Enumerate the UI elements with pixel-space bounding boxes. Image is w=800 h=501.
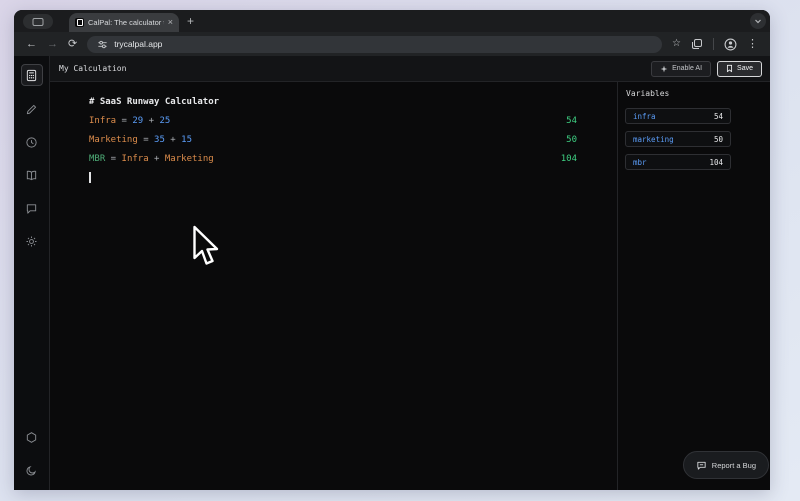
app-header: My Calculation Enable AI Save — [50, 56, 770, 82]
browser-menu-icon[interactable]: ⋮ — [747, 39, 758, 50]
sidebar-item-calculator[interactable] — [21, 64, 43, 86]
code-result: 54 — [566, 116, 577, 126]
calpal-app: My Calculation Enable AI Save — [14, 56, 770, 490]
variable-card: marketing 50 — [625, 131, 731, 147]
tab-title: CalPal: The calculator that sp — [88, 18, 164, 27]
code-editor[interactable]: # SaaS Runway Calculator Infra = 29 + 25… — [50, 82, 617, 490]
variable-card: infra 54 — [625, 108, 731, 124]
code-result: 104 — [561, 154, 577, 164]
enable-ai-label: Enable AI — [672, 65, 702, 72]
chat-bubble-icon — [25, 202, 38, 215]
header-buttons: Enable AI Save — [651, 61, 762, 77]
clock-icon — [25, 136, 38, 149]
tab-strip: CalPal: The calculator that sp × + — [14, 10, 770, 32]
browser-window: CalPal: The calculator that sp × + ← → ⟳… — [14, 10, 770, 490]
browser-toolbar: ← → ⟳ trycalpal.app ☆ ⋮ — [14, 32, 770, 56]
sidebar-item-edit[interactable] — [22, 99, 42, 119]
site-settings-icon — [97, 39, 108, 50]
report-a-bug-label: Report a Bug — [712, 461, 756, 470]
variables-panel: Variables infra 54 marketing 50 mbr 104 — [618, 82, 770, 490]
code-text: Infra = 29 + 25 — [89, 116, 566, 126]
new-tab-button[interactable]: + — [187, 14, 194, 28]
sparkle-icon — [660, 65, 668, 73]
variable-name: marketing — [633, 135, 674, 144]
profile-avatar[interactable] — [724, 38, 737, 51]
enable-ai-button[interactable]: Enable AI — [651, 61, 711, 77]
code-line: Marketing = 35 + 1550 — [50, 130, 617, 149]
pencil-icon — [25, 103, 38, 116]
window-chevron-button[interactable] — [750, 13, 766, 29]
code-text: Marketing = 35 + 15 — [89, 135, 566, 145]
variable-card: mbr 104 — [625, 154, 731, 170]
variable-name: mbr — [633, 158, 647, 167]
gear-icon — [25, 235, 38, 248]
hexagon-icon — [25, 431, 38, 444]
bookmark-star-icon[interactable]: ☆ — [672, 39, 681, 49]
editor-lines: Infra = 29 + 2554Marketing = 35 + 1550MB… — [50, 111, 617, 168]
editor-caret-line — [50, 168, 617, 187]
code-result: 50 — [566, 135, 577, 145]
text-caret — [89, 172, 91, 183]
url-bar[interactable]: trycalpal.app — [87, 36, 662, 53]
toolbar-right: ☆ ⋮ — [672, 38, 758, 51]
tab-switcher-icon[interactable] — [691, 38, 703, 50]
content-area: # SaaS Runway Calculator Infra = 29 + 25… — [50, 82, 770, 490]
main-panel: My Calculation Enable AI Save — [50, 56, 770, 490]
toolbar-divider — [713, 38, 714, 50]
variable-name: infra — [633, 112, 656, 121]
editor-heading-line: # SaaS Runway Calculator — [50, 92, 617, 111]
app-sidebar — [14, 56, 50, 490]
moon-icon — [25, 464, 38, 477]
calculator-icon — [25, 69, 38, 82]
calpal-favicon-icon — [75, 18, 84, 27]
code-line: MBR = Infra + Marketing104 — [50, 149, 617, 168]
save-button[interactable]: Save — [717, 61, 762, 77]
browser-tab[interactable]: CalPal: The calculator that sp × — [69, 13, 179, 32]
editor-heading: # SaaS Runway Calculator — [89, 97, 577, 107]
sidebar-item-account[interactable] — [22, 427, 42, 447]
variable-value: 50 — [714, 135, 723, 144]
sidebar-item-library[interactable] — [22, 165, 42, 185]
bookmark-icon — [726, 64, 733, 73]
back-button[interactable]: ← — [26, 39, 37, 50]
code-line: Infra = 29 + 2554 — [50, 111, 617, 130]
sidebar-item-history[interactable] — [22, 132, 42, 152]
tab-close-icon[interactable]: × — [168, 18, 173, 27]
refresh-button[interactable]: ⟳ — [68, 39, 77, 50]
sidebar-item-dark-mode[interactable] — [22, 460, 42, 480]
forward-button[interactable]: → — [47, 39, 58, 50]
bug-bubble-icon — [696, 460, 707, 471]
book-icon — [25, 169, 38, 182]
variables-list: infra 54 marketing 50 mbr 104 — [625, 108, 770, 170]
report-a-bug-button[interactable]: Report a Bug — [683, 451, 769, 479]
url-text: trycalpal.app — [114, 39, 162, 49]
variable-value: 54 — [714, 112, 723, 121]
variable-value: 104 — [709, 158, 723, 167]
monitor-icon — [32, 17, 44, 27]
tab-search-button[interactable] — [23, 14, 53, 29]
chevron-down-icon — [753, 16, 763, 26]
save-label: Save — [737, 65, 753, 72]
sidebar-item-settings[interactable] — [22, 231, 42, 251]
sidebar-item-feedback[interactable] — [22, 198, 42, 218]
code-text: MBR = Infra + Marketing — [89, 154, 561, 164]
variables-title: Variables — [626, 89, 770, 98]
page-title: My Calculation — [59, 64, 126, 73]
